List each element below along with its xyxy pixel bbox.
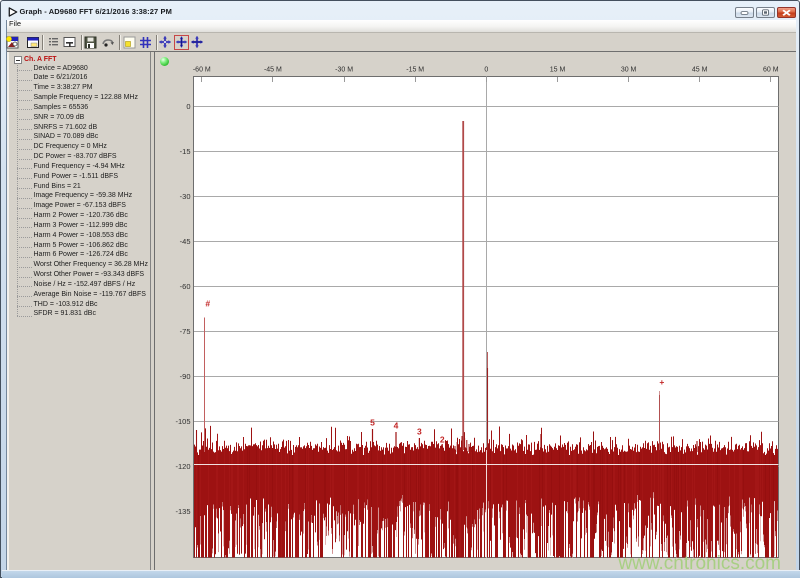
svg-text:60 M: 60 M [763, 67, 779, 74]
svg-text:-75: -75 [180, 327, 191, 336]
svg-text:0: 0 [186, 102, 190, 111]
svg-text:-135: -135 [175, 507, 190, 516]
svg-text:-90: -90 [180, 372, 191, 381]
svg-text:-15: -15 [180, 147, 191, 156]
svg-text:3: 3 [417, 427, 422, 437]
svg-text:-45 M: -45 M [264, 67, 282, 74]
svg-text:-105: -105 [175, 417, 190, 426]
svg-text:-30: -30 [180, 192, 191, 201]
svg-text:-60 M: -60 M [193, 67, 211, 74]
svg-text:-120: -120 [175, 462, 190, 471]
svg-text:0: 0 [484, 67, 488, 74]
svg-text:2: 2 [440, 434, 445, 444]
svg-text:15 M: 15 M [550, 67, 566, 74]
svg-text:#: # [205, 299, 210, 309]
svg-text:+: + [659, 377, 664, 387]
svg-text:-30 M: -30 M [335, 67, 353, 74]
svg-text:45 M: 45 M [692, 67, 708, 74]
svg-text:-60: -60 [180, 282, 191, 291]
svg-text:-45: -45 [180, 237, 191, 246]
svg-text:-15 M: -15 M [406, 67, 424, 74]
svg-text:30 M: 30 M [621, 67, 637, 74]
svg-text:5: 5 [370, 417, 375, 427]
svg-text:4: 4 [394, 420, 399, 430]
